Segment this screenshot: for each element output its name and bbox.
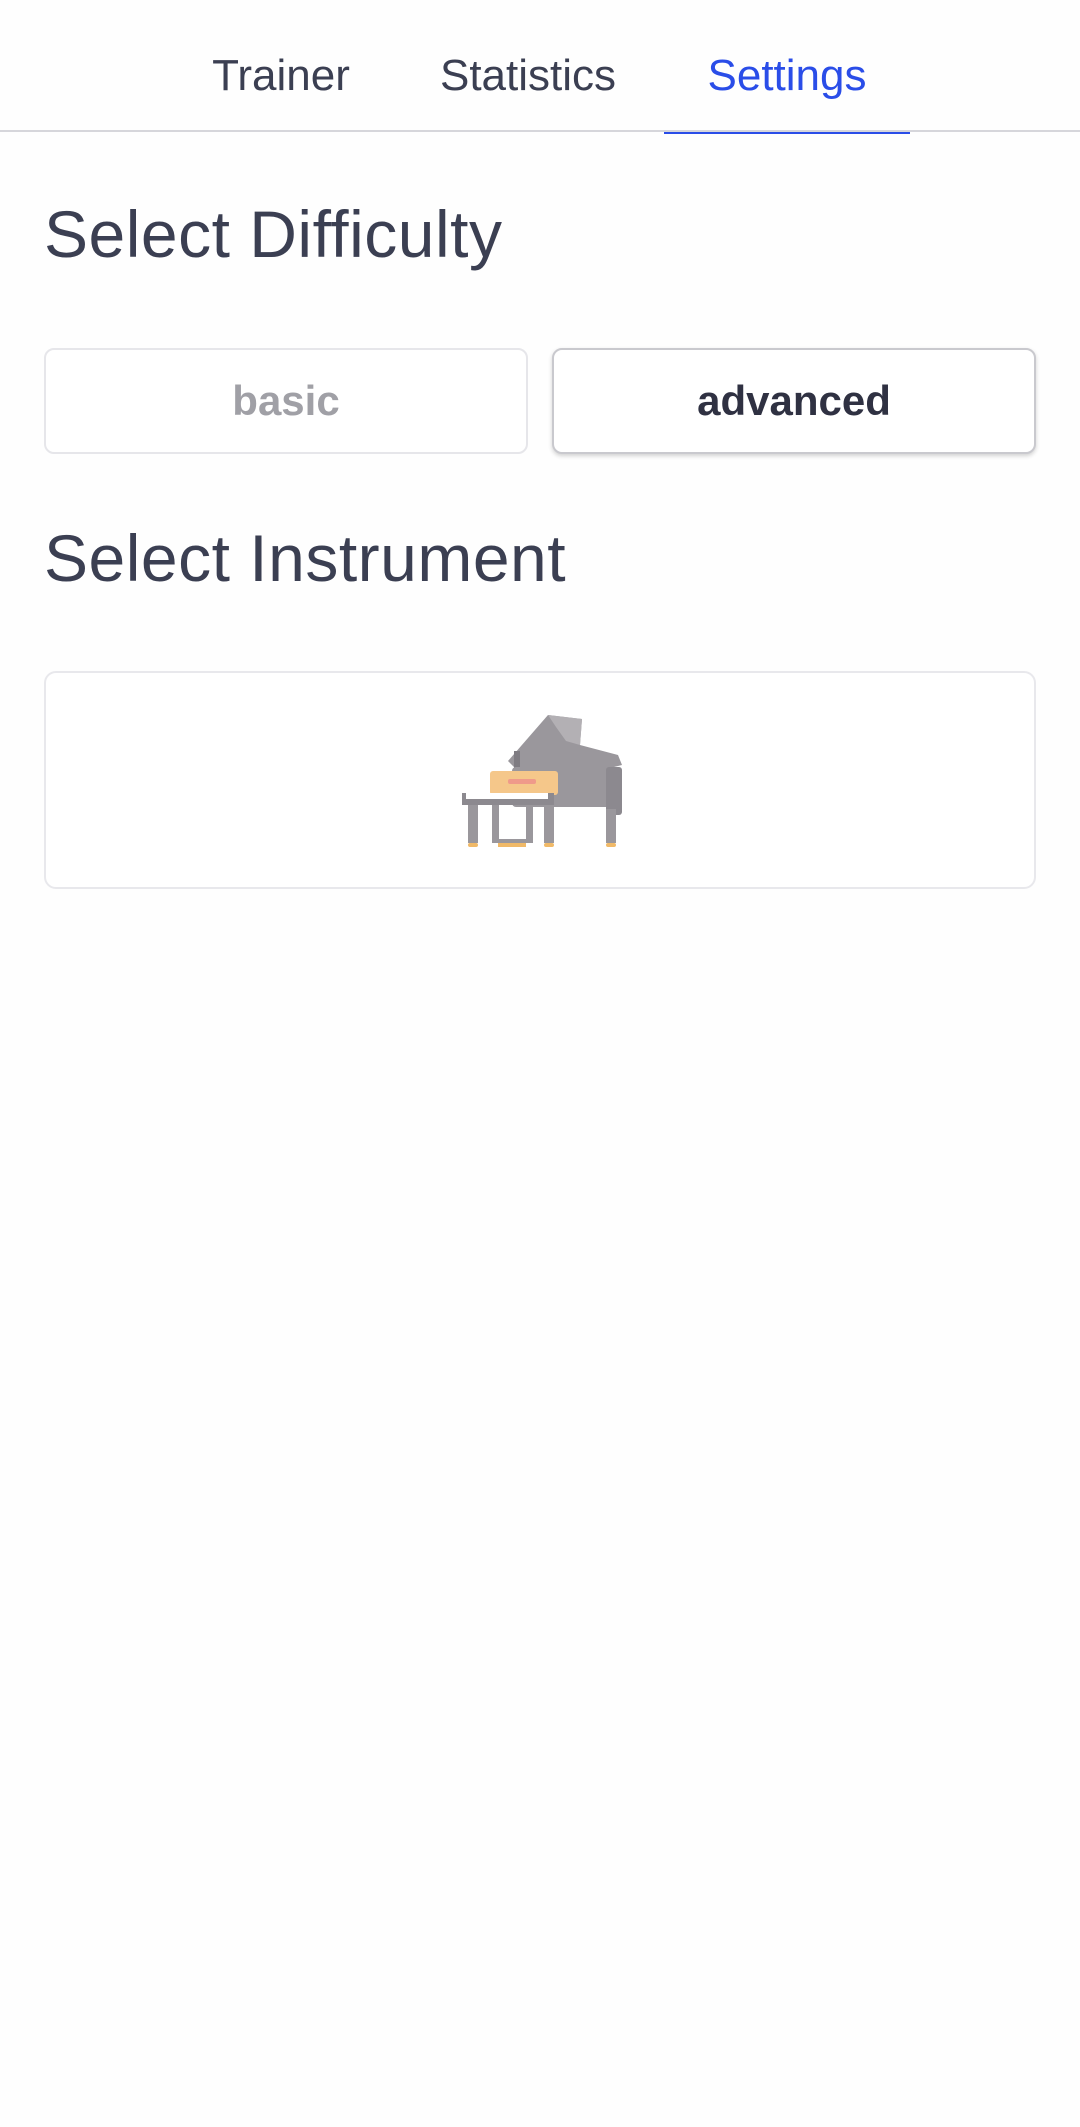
grand-piano-icon [456,709,628,855]
tab-statistics[interactable]: Statistics [412,0,644,132]
tab-bar: Trainer Statistics Settings [0,0,1080,134]
select-difficulty-heading: Select Difficulty [44,197,503,271]
instrument-option-piano[interactable] [44,671,1036,889]
tab-trainer[interactable]: Trainer [194,0,368,132]
select-instrument-heading: Select Instrument [44,521,567,595]
tab-settings[interactable]: Settings [664,0,910,134]
advanced-difficulty-button[interactable]: advanced [552,348,1036,454]
basic-difficulty-button[interactable]: basic [44,348,528,454]
